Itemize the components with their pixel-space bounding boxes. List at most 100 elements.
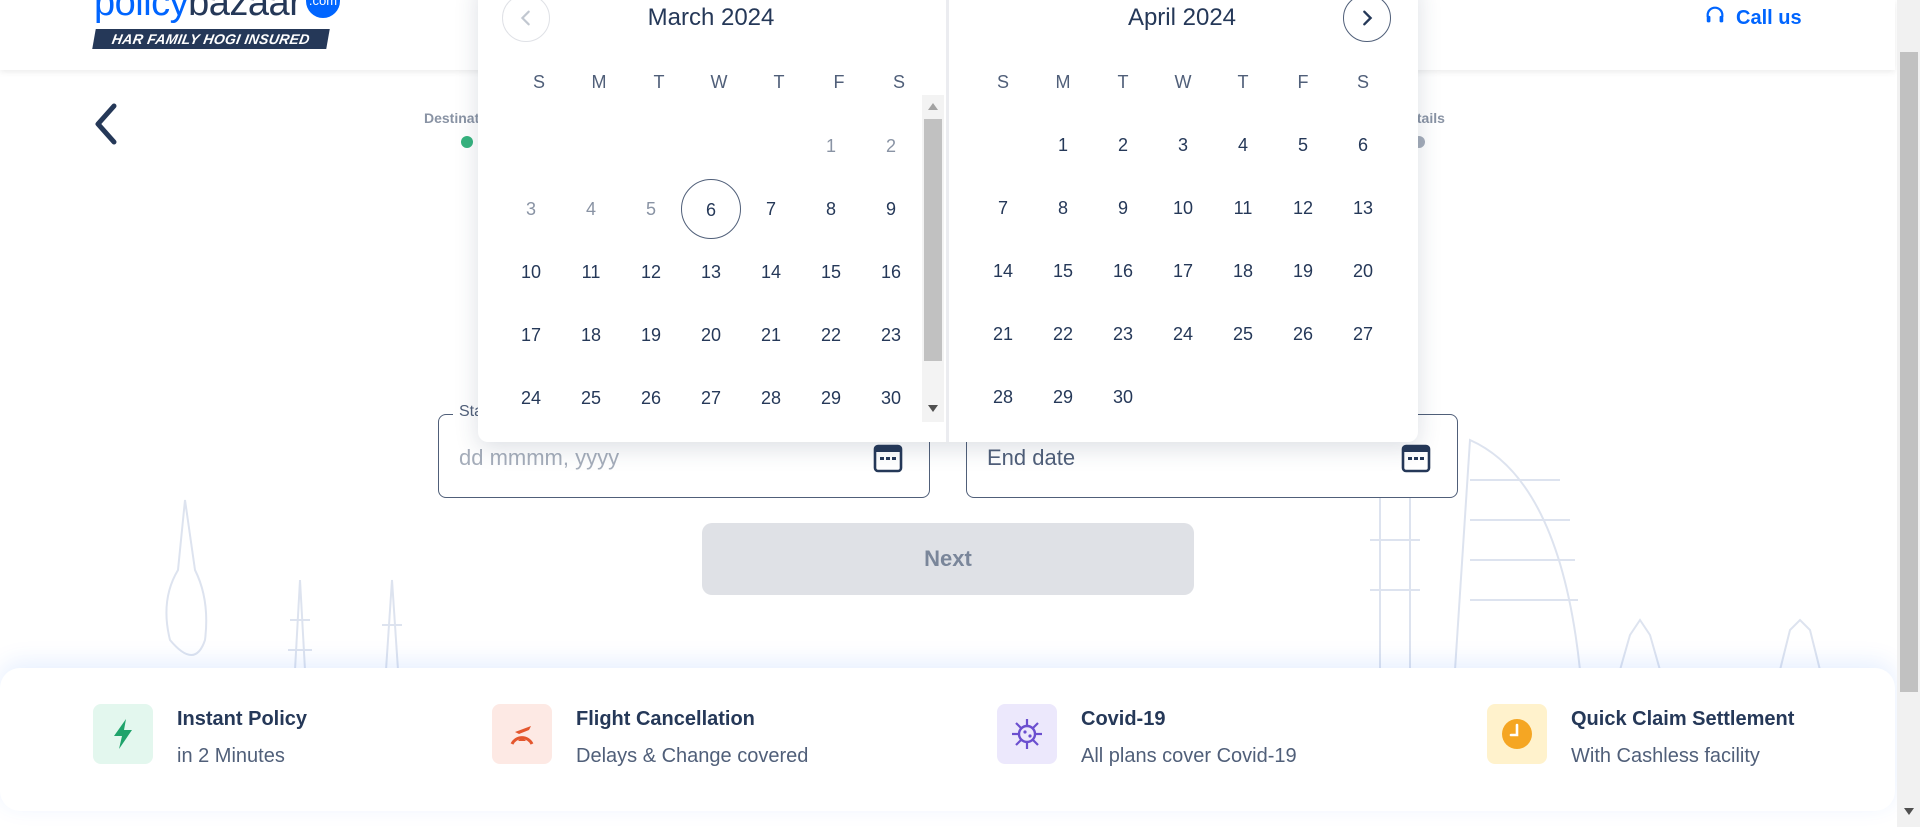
feature-text: Covid-19 All plans cover Covid-19 [1081, 704, 1297, 768]
calendar-day[interactable]: 3 [1153, 115, 1213, 175]
calendar-day[interactable]: 25 [1213, 304, 1273, 364]
calendar-day[interactable]: 6 [1333, 115, 1393, 175]
call-us-button[interactable]: Call us [1704, 4, 1802, 32]
date-picker-popup: March 2024 S M T W T F S 1 2 3 4 5 6 7 8 9 10 11 12 13 14 15 1… [478, 0, 1418, 442]
calendar-day[interactable]: 24 [1153, 304, 1213, 364]
calendar-day[interactable]: 1 [1033, 115, 1093, 175]
calendar-day[interactable]: 9 [1093, 178, 1153, 238]
calendar-day[interactable]: 25 [561, 368, 621, 428]
calendar-day[interactable]: 29 [801, 368, 861, 428]
calendar-day[interactable]: 5 [1273, 115, 1333, 175]
calendar-day[interactable]: 27 [1333, 304, 1393, 364]
calendar-day[interactable]: 13 [681, 242, 741, 302]
scroll-down-arrow-icon[interactable] [927, 404, 939, 414]
policybazaar-logo[interactable]: policybazaar .com HAR FAMILY HOGI INSURE… [92, 0, 354, 52]
back-button[interactable] [90, 100, 122, 148]
feature-title: Flight Cancellation [576, 708, 755, 730]
chevron-left-icon [95, 103, 117, 145]
calendar-day[interactable]: 27 [681, 368, 741, 428]
calendar-day[interactable]: 28 [973, 367, 1033, 427]
calendar-day[interactable]: 15 [801, 242, 861, 302]
calendar-day[interactable]: 18 [1213, 241, 1273, 301]
calendar-day[interactable]: 17 [1153, 241, 1213, 301]
headset-icon [1704, 4, 1726, 32]
calendar-day[interactable]: 6 [681, 179, 741, 239]
calendar-day[interactable]: 15 [1033, 241, 1093, 301]
end-date-input[interactable]: End date [987, 445, 1075, 471]
feature-item: Quick Claim Settlement With Cashless fac… [1487, 704, 1794, 768]
month-panel-april: April 2024 S M T W T F S 1 2 3 4 5 6 7 8 9 10 11 12 13 14 15 1… [949, 0, 1415, 442]
calendar-day[interactable]: 19 [1273, 241, 1333, 301]
weekday-header: T [773, 72, 785, 92]
calendar-day[interactable]: 2 [1093, 115, 1153, 175]
feature-subtitle: All plans cover Covid-19 [1081, 745, 1297, 767]
calendar-day[interactable]: 7 [973, 178, 1033, 238]
calendar-day[interactable]: 22 [1033, 304, 1093, 364]
calendar-day[interactable]: 5 [621, 179, 681, 239]
feature-title: Quick Claim Settlement [1571, 708, 1795, 730]
calendar-day[interactable]: 28 [741, 368, 801, 428]
next-button[interactable]: Next [702, 523, 1194, 595]
calendar-scrollbar-thumb[interactable] [924, 119, 942, 361]
weekday-header: W [710, 72, 728, 92]
calendar-day[interactable]: 26 [1273, 304, 1333, 364]
calendar-day[interactable]: 23 [1093, 304, 1153, 364]
calendar-day[interactable]: 24 [501, 368, 561, 428]
calendar-day[interactable]: 30 [1093, 367, 1153, 427]
calendar-day[interactable]: 10 [1153, 178, 1213, 238]
weekday-header: S [892, 72, 905, 92]
calendar-day[interactable]: 19 [621, 305, 681, 365]
page-scrollbar-thumb[interactable] [1900, 52, 1918, 692]
page-scroll-down-arrow-icon[interactable] [1903, 807, 1915, 817]
calendar-day[interactable]: 23 [861, 305, 921, 365]
calendar-day[interactable]: 20 [681, 305, 741, 365]
calendar-day[interactable]: 9 [861, 179, 921, 239]
calendar-day[interactable]: 18 [561, 305, 621, 365]
calendar-day[interactable]: 20 [1333, 241, 1393, 301]
calendar-day[interactable]: 14 [973, 241, 1033, 301]
feature-item: Flight Cancellation Delays & Change cove… [492, 704, 808, 768]
weekday-header: M [591, 72, 607, 92]
feature-text: Instant Policy in 2 Minutes [177, 704, 307, 768]
calendar-day[interactable]: 16 [1093, 241, 1153, 301]
calendar-day[interactable]: 11 [561, 242, 621, 302]
calendar-day[interactable]: 7 [741, 179, 801, 239]
feature-item: Instant Policy in 2 Minutes [93, 704, 307, 768]
calendar-day[interactable]: 21 [973, 304, 1033, 364]
features-bar: Instant Policy in 2 Minutes Flight Cance… [0, 668, 1895, 811]
feature-title: Instant Policy [177, 708, 308, 730]
calendar-day[interactable]: 29 [1033, 367, 1093, 427]
calendar-icon[interactable] [873, 441, 903, 473]
feature-subtitle: With Cashless facility [1571, 745, 1760, 767]
calendar-day[interactable]: 16 [861, 242, 921, 302]
calendar-day[interactable]: 12 [1273, 178, 1333, 238]
weekday-header: F [1297, 72, 1309, 92]
feature-text: Flight Cancellation Delays & Change cove… [576, 704, 808, 768]
calendar-day[interactable]: 4 [1213, 115, 1273, 175]
calendar-day[interactable]: 3 [501, 179, 561, 239]
calendar-day[interactable]: 26 [621, 368, 681, 428]
calendar-day[interactable]: 2 [861, 116, 921, 176]
calendar-day[interactable]: 22 [801, 305, 861, 365]
step-destination-dot [461, 136, 473, 148]
calendar-day[interactable]: 8 [1033, 178, 1093, 238]
start-date-input[interactable]: dd mmmm, yyyy [459, 445, 619, 471]
logo-wordmark: policybazaar [94, 0, 302, 24]
calendar-day[interactable]: 12 [621, 242, 681, 302]
feature-text: Quick Claim Settlement With Cashless fac… [1571, 704, 1794, 768]
calendar-day[interactable]: 21 [741, 305, 801, 365]
calendar-day[interactable]: 10 [501, 242, 561, 302]
lightning-icon [93, 704, 153, 764]
calendar-day[interactable]: 30 [861, 368, 921, 428]
calendar-day[interactable]: 14 [741, 242, 801, 302]
calendar-day[interactable]: 1 [801, 116, 861, 176]
calendar-day[interactable]: 8 [801, 179, 861, 239]
calendar-icon[interactable] [1401, 441, 1431, 473]
logo-badge: .com [306, 0, 340, 18]
scroll-up-arrow-icon[interactable] [927, 101, 939, 111]
calendar-day[interactable]: 13 [1333, 178, 1393, 238]
calendar-day[interactable]: 11 [1213, 178, 1273, 238]
virus-icon [997, 704, 1057, 764]
calendar-day[interactable]: 4 [561, 179, 621, 239]
calendar-day[interactable]: 17 [501, 305, 561, 365]
